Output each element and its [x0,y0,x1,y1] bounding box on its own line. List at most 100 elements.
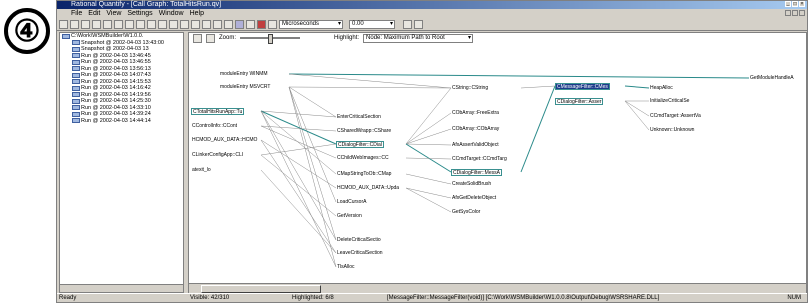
graph-node[interactable]: CSharedWrapp::CShare [336,128,392,135]
filter-icon[interactable] [235,20,244,29]
precision-select[interactable]: 0.00 [349,20,395,29]
highlight-select[interactable]: Node: Maximum Path to Root [363,33,474,43]
run-icon [72,92,80,98]
expand-icon[interactable] [193,33,202,43]
graph-node[interactable]: CString::CString [451,85,489,92]
window-title: Rational Quantify - [Call Graph: TotalHi… [71,1,222,8]
status-bar: Ready Visible: 42/310 Highlighted: 6/8 [… [57,293,807,302]
run-icon[interactable] [114,20,123,29]
graph-scrollbar[interactable] [189,283,806,293]
graph-node[interactable]: CTotalHitsRunApp::Tu [191,108,245,115]
child-minimize-button[interactable] [785,10,791,16]
tree-item-label: Run @ 2002-04-03 14:44:14 [81,117,151,124]
reset-icon[interactable] [158,20,167,29]
minimize-button[interactable]: _ [785,1,791,7]
window-icon[interactable] [268,20,277,29]
function-detail-icon[interactable] [191,20,200,29]
tree-scrollbar[interactable] [59,284,184,293]
call-edge [288,86,337,203]
call-edge [288,86,337,118]
call-edge [520,85,556,173]
graph-node[interactable]: moduleEntry MSVCRT [219,84,271,91]
graph-node[interactable]: Unknown::Unknown [649,127,695,134]
graph-node[interactable]: CObArray::FreeExtra [451,110,500,117]
graph-node[interactable]: CObArray::CObArray [451,126,500,133]
zoom-slider[interactable] [240,34,301,44]
call-edge [288,73,452,89]
graph-node[interactable]: moduleEntry WINMM [219,71,269,78]
run-icon [72,40,80,46]
tree-item[interactable]: Run @ 2002-04-03 14:44:14 [60,118,183,125]
graph-node[interactable]: LoadCursorA [336,199,367,206]
graph-node[interactable]: CCmdTarget::CCmdTarg [451,156,508,163]
graph-node[interactable]: CChildWebImages::CC [336,155,390,162]
stop-icon[interactable] [136,20,145,29]
chart-icon[interactable] [246,20,255,29]
highlight-label: Highlight: [334,35,360,41]
run-tree[interactable]: C:\Work\WSMBuilder\W1.0.0. Snapshot @ 200… [59,32,184,294]
collapse-icon[interactable] [206,33,215,43]
graph-node[interactable]: AfxGetDeleteObject [451,195,497,202]
call-edge [405,187,452,213]
call-edge [288,86,452,89]
pause-icon[interactable] [125,20,134,29]
child-close-button[interactable] [799,10,805,16]
run-icon [72,85,80,91]
status-ready: Ready [59,295,77,301]
status-function: [MessageFilter::MessageFilter(void)] [C:… [387,295,660,301]
graph-node[interactable]: CMessageFilter::CMes [555,83,610,90]
back-icon[interactable] [403,20,412,29]
scroll-thumb[interactable] [201,285,321,293]
menu-window[interactable]: Window [159,9,184,19]
graph-node[interactable]: CDialogFilter::MessA [451,169,502,176]
forward-icon[interactable] [414,20,423,29]
graph-node[interactable]: atexit_lo [191,167,212,174]
menu-settings[interactable]: Settings [127,9,152,19]
graph-node[interactable]: CControlInfo::CCont [191,123,238,130]
graph-node[interactable]: GetModuleHandleA [749,75,795,82]
child-restore-button[interactable] [792,10,798,16]
graph-node[interactable]: LeaveCriticalSection [336,250,384,257]
graph-node[interactable]: TlsAlloc [336,264,356,271]
call-edge [260,110,337,175]
units-select[interactable]: Microseconds [279,20,343,29]
graph-node[interactable]: DeleteCriticalSectio [336,237,382,244]
record-icon[interactable] [257,20,266,29]
run-icon [72,59,80,65]
menu-file[interactable]: File [71,9,82,19]
graph-node[interactable]: HCMOD_AUX_DATA::Upda [336,185,400,192]
function-list-icon[interactable] [180,20,189,29]
graph-node[interactable]: CDialogFilter::CDial [336,141,384,148]
menu-edit[interactable]: Edit [88,9,100,19]
graph-node[interactable]: EnterCriticalSection [336,114,382,121]
graph-node[interactable]: CreateSolidBrush [451,181,492,188]
graph-node[interactable]: CDialogFilter::Asser [555,98,604,105]
cut-icon[interactable] [92,20,101,29]
open-icon[interactable] [59,20,68,29]
merge-icon[interactable] [224,20,233,29]
graph-node[interactable]: HeapAlloc [649,85,674,92]
annotated-source-icon[interactable] [202,20,211,29]
graph-node[interactable]: GetVersion [336,213,363,220]
close-button[interactable]: × [799,1,805,7]
graph-node[interactable]: AfxAssertValidObject [451,142,500,149]
graph-node[interactable]: CLinkerConfigApp::CLI [191,152,244,159]
menu-view[interactable]: View [106,9,121,19]
save-icon[interactable] [70,20,79,29]
graph-node[interactable]: InitializeCriticalSe [649,98,690,105]
maximize-button[interactable]: □ [792,1,798,7]
graph-node[interactable]: HCMOD_AUX_DATA::HCMO [191,137,258,144]
status-num: NUM [787,295,801,301]
menu-help[interactable]: Help [190,9,204,19]
snapshot-icon[interactable] [147,20,156,29]
graph-node[interactable]: GetSysColor [451,209,481,216]
copy-icon[interactable] [103,20,112,29]
graph-node[interactable]: CCmdTarget::AssertVa [649,113,702,120]
call-graph-icon[interactable] [169,20,178,29]
call-edge [288,73,750,79]
diff-icon[interactable] [213,20,222,29]
print-icon[interactable] [81,20,90,29]
graph-node[interactable]: CMapStringToOb::CMap [336,171,392,178]
quantify-window: Rational Quantify - [Call Graph: TotalHi… [56,0,808,303]
call-edge [405,173,452,185]
